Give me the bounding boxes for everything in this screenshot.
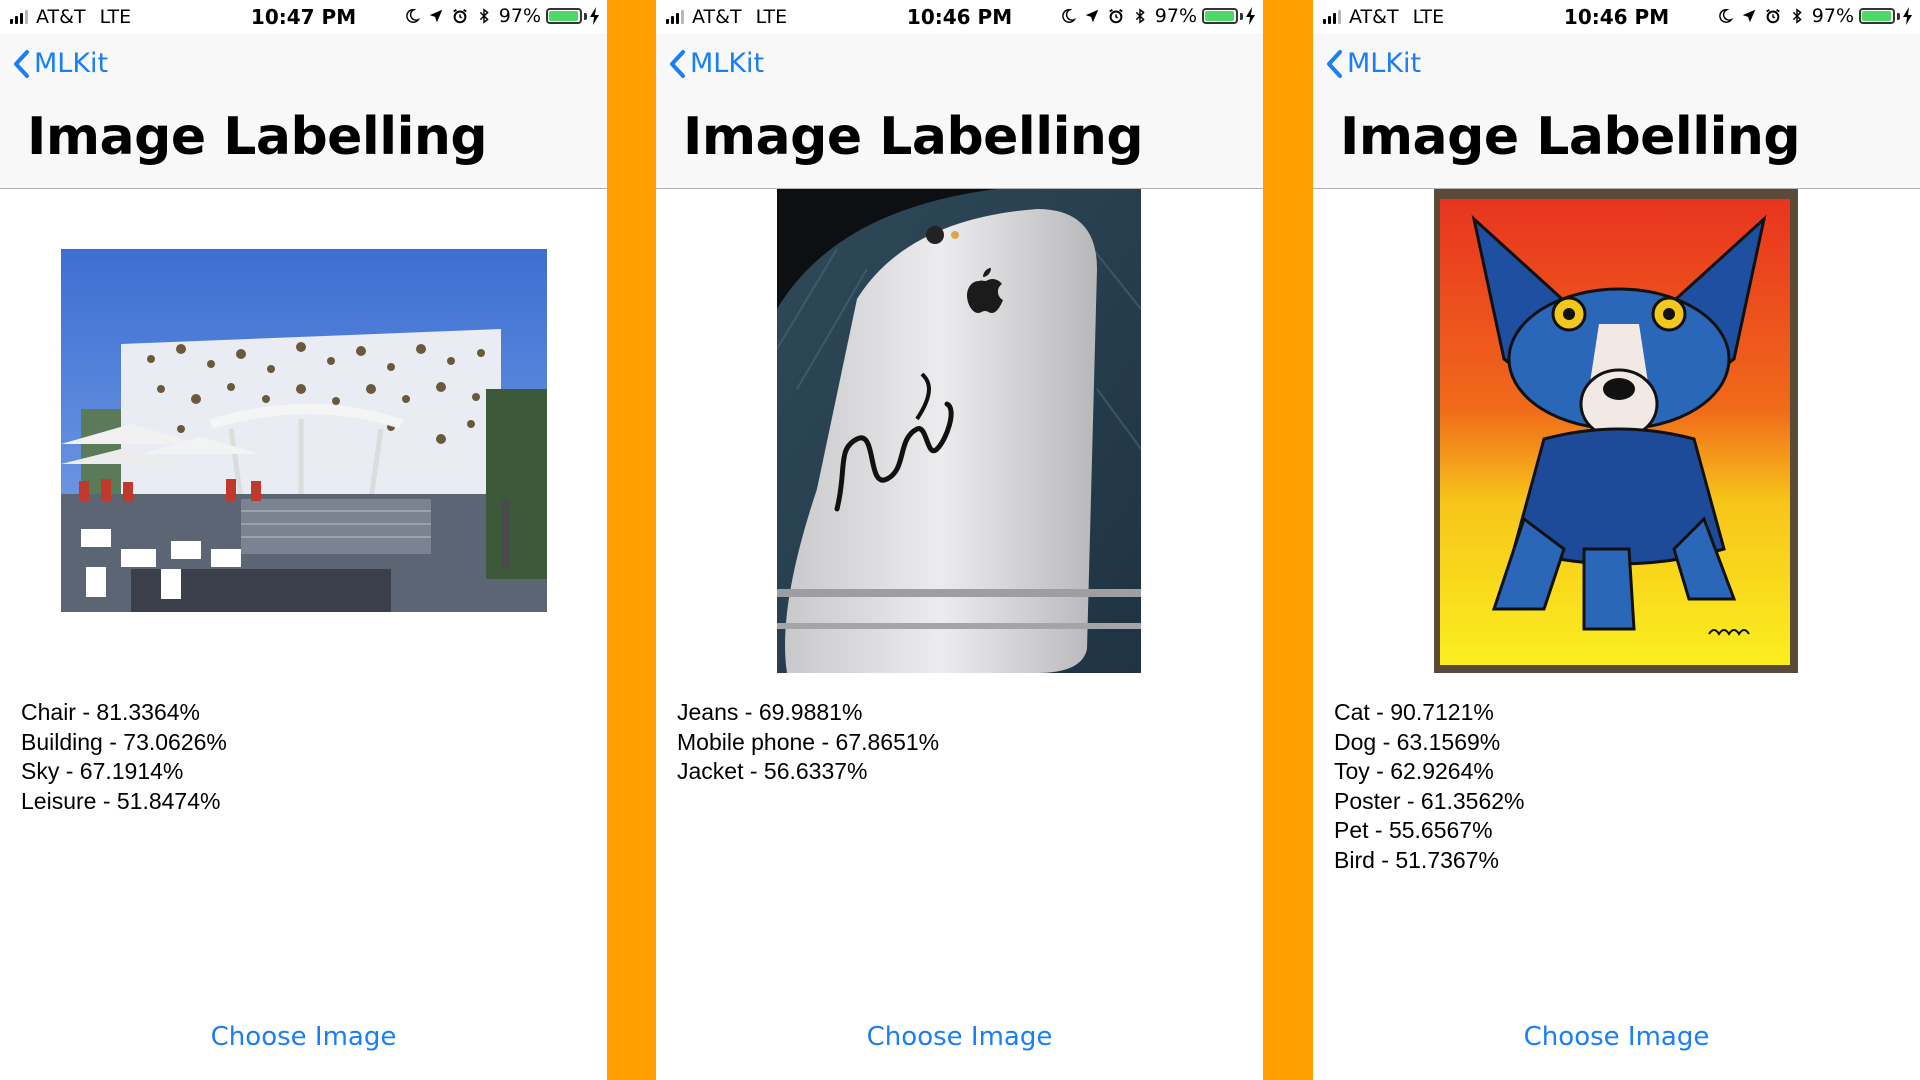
bluetooth-icon [1792,8,1802,24]
result-item: Bird - 51.7367% [1334,846,1499,873]
choose-image-button[interactable]: Choose Image [0,1022,607,1052]
result-item: Dog - 63.1569% [1334,728,1501,755]
charging-bolt-icon [1246,7,1255,25]
charging-bolt-icon [1903,7,1912,25]
alarm-icon [1765,8,1780,24]
label-results: Jeans - 69.9881% Mobile phone - 67.8651%… [677,698,939,787]
chevron-left-icon [14,49,29,78]
result-item: Chair - 81.3364% [21,699,200,725]
phone-screen-2: AT&T LTE 10:46 PM 97% MLKit Image Labell… [656,0,1263,1080]
battery-icon [1202,8,1238,24]
chevron-left-icon [1327,49,1342,78]
label-results: Cat - 90.7121% Dog - 63.1569% Toy - 62.9… [1334,698,1525,875]
page-title: Image Labelling [683,107,1144,167]
battery-percent: 97% [1811,5,1854,27]
navigation-bar: MLKit Image Labelling [1313,34,1920,189]
result-item: Jeans - 69.9881% [677,699,863,725]
alarm-icon [1108,8,1123,24]
back-button[interactable]: MLKit [1325,48,1421,79]
status-bar: AT&T LTE 10:46 PM 97% [656,0,1263,34]
choose-image-button[interactable]: Choose Image [656,1022,1263,1052]
result-item: Toy - 62.9264% [1334,758,1494,784]
selected-image [61,249,547,612]
phone-screen-1: AT&T LTE 10:47 PM 97% MLKit Image Labell… [0,0,607,1080]
result-item: Sky - 67.1914% [21,758,184,784]
bluetooth-icon [1135,8,1145,24]
battery-percent: 97% [498,5,541,27]
result-item: Building - 73.0626% [21,728,227,755]
result-item: Pet - 55.6567% [1334,817,1493,843]
back-label: MLKit [1347,48,1422,79]
location-arrow-icon [429,9,443,23]
charging-bolt-icon [590,7,599,25]
moon-icon [1061,8,1077,23]
selected-image [1434,189,1798,673]
navigation-bar: MLKit Image Labelling [0,34,607,189]
selected-image [777,189,1141,673]
moon-icon [405,8,421,23]
result-item: Leisure - 51.8474% [21,787,221,814]
page-title: Image Labelling [1340,107,1801,167]
location-arrow-icon [1742,9,1756,23]
back-button[interactable]: MLKit [12,48,108,79]
status-bar: AT&T LTE 10:46 PM 97% [1313,0,1920,34]
chevron-left-icon [670,49,685,78]
choose-image-button[interactable]: Choose Image [1313,1022,1920,1052]
phone-screen-3: AT&T LTE 10:46 PM 97% MLKit Image Labell… [1313,0,1920,1080]
location-arrow-icon [1085,9,1099,23]
battery-icon [1859,8,1895,24]
status-bar: AT&T LTE 10:47 PM 97% [0,0,607,34]
result-item: Poster - 61.3562% [1334,787,1525,814]
page-title: Image Labelling [27,107,488,167]
battery-percent: 97% [1154,5,1197,27]
result-item: Mobile phone - 67.8651% [677,728,940,755]
label-results: Chair - 81.3364% Building - 73.0626% Sky… [21,698,227,816]
battery-icon [546,8,582,24]
bluetooth-icon [479,8,489,24]
back-button[interactable]: MLKit [668,48,764,79]
result-item: Jacket - 56.6337% [677,758,868,784]
alarm-icon [452,8,467,24]
navigation-bar: MLKit Image Labelling [656,34,1263,189]
moon-icon [1718,8,1734,23]
back-label: MLKit [690,48,765,79]
result-item: Cat - 90.7121% [1334,699,1494,725]
back-label: MLKit [34,48,109,79]
